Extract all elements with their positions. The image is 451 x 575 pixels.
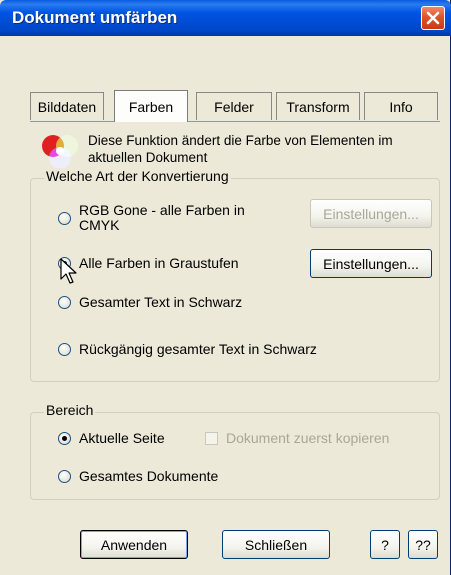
copy-first-checkbox[interactable] (205, 432, 218, 445)
radio-button[interactable] (58, 212, 71, 225)
mouse-cursor-icon (60, 258, 77, 284)
radio-grayscale[interactable]: Alle Farben in Graustufen (58, 254, 239, 272)
radio-label: Alle Farben in Graustufen (79, 255, 239, 271)
conversion-group-legend: Welche Art der Konvertierung (44, 168, 231, 184)
tab-felder[interactable]: Felder (196, 92, 272, 120)
title-bar[interactable]: Dokument umfärben (0, 0, 451, 36)
tab-transform[interactable]: Transform (276, 92, 360, 120)
tab-panel-border (30, 121, 440, 122)
tab-info[interactable]: Info (364, 92, 438, 120)
copy-first-label: Dokument zuerst kopieren (226, 430, 390, 446)
radio-rgb-gone[interactable]: RGB Gone - alle Farben in CMYK (58, 203, 288, 233)
help2-button[interactable]: ?? (408, 530, 438, 559)
radio-label: Rückgängig gesamter Text in Schwarz (79, 341, 317, 357)
radio-button[interactable] (58, 296, 71, 309)
radio-label: RGB Gone - alle Farben in CMYK (79, 202, 245, 233)
radio-button[interactable] (58, 432, 71, 445)
radio-current-page[interactable]: Aktuelle Seite (58, 429, 165, 447)
radio-label: Aktuelle Seite (79, 430, 165, 446)
radio-button[interactable] (58, 470, 71, 483)
tab-bar: Bilddaten Farben Felder Transform Info (0, 36, 451, 126)
apply-button[interactable]: Anwenden (80, 530, 188, 559)
close-button[interactable] (421, 6, 445, 30)
copy-first-checkbox-row[interactable]: Dokument zuerst kopieren (205, 429, 389, 447)
radio-whole-document[interactable]: Gesamtes Dokumente (58, 467, 218, 485)
radio-button[interactable] (58, 343, 71, 356)
window-title: Dokument umfärben (12, 8, 178, 27)
help-button[interactable]: ? (370, 530, 400, 559)
radio-label: Gesamtes Dokumente (79, 468, 219, 484)
info-text: Diese Funktion ändert die Farbe von Elem… (88, 133, 393, 165)
settings-button-grayscale[interactable]: Einstellungen... (310, 249, 432, 278)
range-group-legend: Bereich (44, 402, 96, 418)
settings-button-rgb[interactable]: Einstellungen... (310, 199, 432, 228)
tab-farben[interactable]: Farben (114, 90, 188, 122)
rgb-circles-icon (42, 135, 78, 169)
recolor-dialog: Dokument umfärben Bilddaten Farben Felde… (0, 0, 451, 575)
close-dialog-button[interactable]: Schließen (222, 530, 330, 559)
close-icon (426, 11, 440, 25)
radio-text-black[interactable]: Gesamter Text in Schwarz (58, 293, 242, 311)
range-group (30, 412, 440, 500)
radio-undo-text-black[interactable]: Rückgängig gesamter Text in Schwarz (58, 340, 317, 358)
tab-bilddaten[interactable]: Bilddaten (30, 92, 104, 120)
radio-label: Gesamter Text in Schwarz (79, 294, 243, 310)
